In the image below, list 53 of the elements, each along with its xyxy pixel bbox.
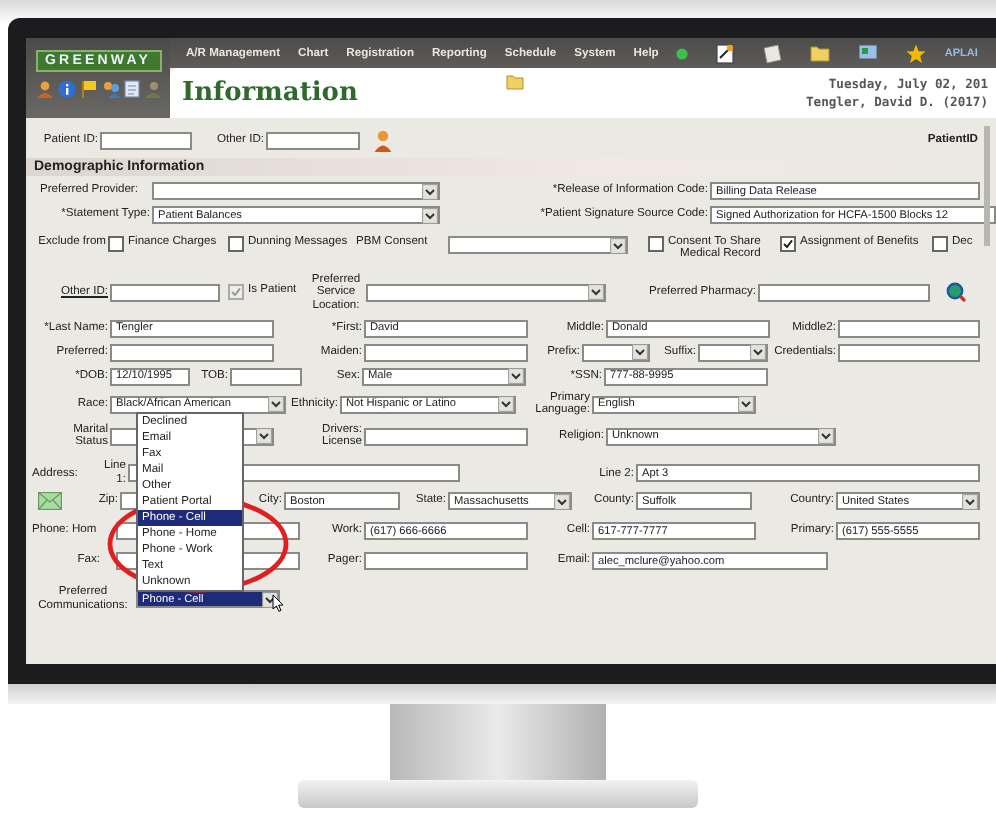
- dropdown[interactable]: [152, 182, 440, 200]
- input-field[interactable]: [110, 343, 274, 362]
- envelope-icon[interactable]: [38, 492, 62, 511]
- chevron-icon: [554, 493, 570, 510]
- chevron-icon: [508, 368, 524, 385]
- chevron-icon: [588, 284, 604, 301]
- search-icon[interactable]: [945, 282, 965, 303]
- star-icon[interactable]: [906, 43, 927, 63]
- chevron-icon: [610, 237, 626, 253]
- chevron-icon: [422, 207, 438, 223]
- input-field[interactable]: [838, 343, 980, 362]
- monitor-icon[interactable]: [858, 44, 879, 62]
- chevron-icon: [632, 344, 648, 361]
- checkbox[interactable]: [108, 236, 124, 252]
- input-field[interactable]: [110, 283, 220, 302]
- user-icon[interactable]: [143, 80, 161, 98]
- info-icon[interactable]: [57, 80, 75, 98]
- chevron-icon: [268, 396, 284, 413]
- document-icon[interactable]: [716, 43, 735, 63]
- input-field[interactable]: [266, 132, 360, 150]
- input-field[interactable]: [100, 132, 192, 150]
- input-field[interactable]: [364, 427, 528, 445]
- input-field[interactable]: [838, 319, 980, 338]
- document-icon[interactable]: [123, 80, 139, 98]
- chevron-icon: [256, 428, 272, 444]
- chevron-icon: [422, 183, 438, 199]
- checkbox[interactable]: [648, 236, 664, 252]
- flag-icon[interactable]: [79, 80, 97, 98]
- notepad-icon[interactable]: [762, 43, 783, 63]
- chevron-icon: [962, 493, 978, 510]
- dropdown[interactable]: [448, 236, 628, 254]
- input-field[interactable]: [230, 367, 302, 386]
- chevron-icon: [738, 396, 754, 413]
- page-title: Information: [182, 78, 358, 108]
- chevron-icon: [818, 428, 834, 444]
- input-field[interactable]: [364, 552, 528, 571]
- checkbox[interactable]: [932, 236, 948, 252]
- status-dot-icon[interactable]: [676, 47, 689, 59]
- dropdown[interactable]: [582, 343, 650, 362]
- chevron-icon: [750, 344, 766, 361]
- person-icon[interactable]: [35, 80, 53, 98]
- input-field[interactable]: [364, 343, 528, 362]
- input-field[interactable]: [758, 283, 930, 302]
- folder-icon[interactable]: [810, 44, 831, 62]
- dropdown[interactable]: [366, 283, 606, 302]
- chevron-icon: [498, 396, 514, 413]
- dropdown[interactable]: [698, 343, 768, 362]
- mouse-cursor-icon: [272, 594, 284, 613]
- checkbox[interactable]: [780, 236, 796, 252]
- scrollbar[interactable]: [984, 126, 990, 246]
- person-icon[interactable]: [373, 130, 391, 152]
- people-icon[interactable]: [101, 80, 119, 98]
- checkbox[interactable]: [228, 236, 244, 252]
